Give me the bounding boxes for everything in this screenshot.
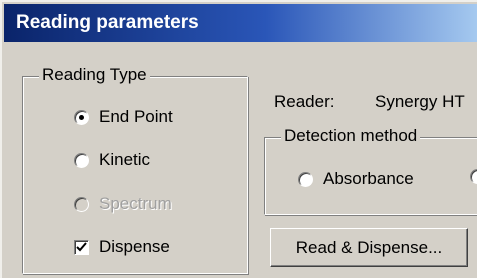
radio-button[interactable] [74, 152, 89, 168]
reading-parameters-dialog: Reading parameters Reading Type End Poin… [0, 0, 477, 278]
checkbox-label-dispense: Dispense [99, 237, 170, 256]
radio-label-kinetic: Kinetic [99, 150, 151, 169]
checkbox-checked[interactable] [74, 239, 89, 255]
radio-button[interactable] [298, 171, 313, 187]
checkmark-icon [76, 241, 87, 251]
radio-button-disabled [74, 196, 89, 212]
radio-button[interactable] [470, 169, 477, 184]
radio-label-spectrum: Spectrum [99, 194, 172, 213]
radio-kinetic[interactable]: Kinetic [74, 150, 150, 170]
radio-detection-second[interactable] [470, 169, 477, 184]
radio-button-checked[interactable] [74, 109, 89, 125]
radio-spectrum: Spectrum [74, 194, 172, 214]
reader-label: Reader: [274, 92, 335, 111]
radio-absorbance[interactable]: Absorbance [298, 169, 414, 189]
detection-method-legend: Detection method [281, 126, 421, 146]
read-dispense-button[interactable]: Read & Dispense... [270, 228, 468, 267]
radio-label-end-point: End Point [99, 107, 173, 126]
radio-end-point[interactable]: End Point [74, 107, 173, 127]
title-bar[interactable]: Reading parameters [4, 4, 477, 42]
reading-type-legend: Reading Type [39, 65, 150, 85]
dispense-checkbox[interactable]: Dispense [74, 237, 170, 257]
reader-value: Synergy HT [375, 92, 465, 111]
radio-label-absorbance: Absorbance [323, 169, 414, 188]
window-title: Reading parameters [16, 12, 199, 33]
